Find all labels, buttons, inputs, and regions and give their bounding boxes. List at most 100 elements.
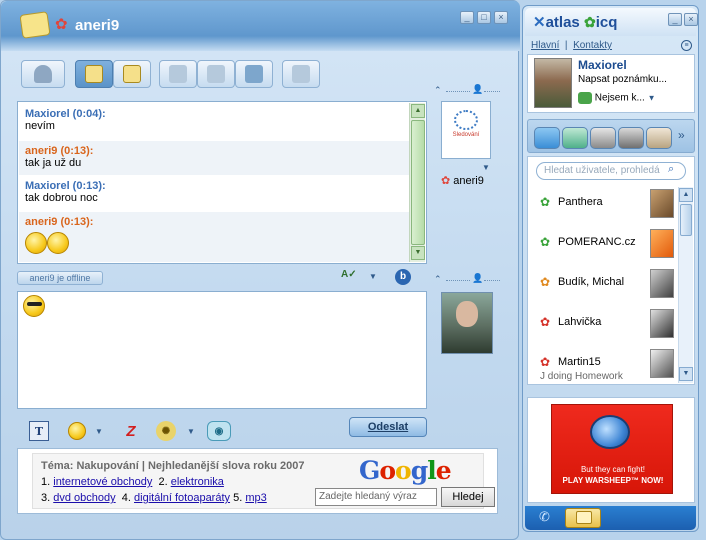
search-icon[interactable]: ⌕ [668, 163, 674, 176]
scroll-down-arrow-icon[interactable]: ▼ [411, 246, 425, 260]
profile-photo[interactable] [534, 58, 572, 108]
fax-button[interactable] [235, 60, 273, 88]
send-button[interactable]: Odeslat [349, 417, 427, 437]
menu-circle-icon[interactable]: ≡ [681, 40, 692, 51]
busy-flower-icon: ✿ [540, 315, 551, 329]
profile-name: Maxiorel [578, 58, 627, 72]
contacts-panel: Hledat uživatele, prohledá ⌕ ✿ Panthera … [527, 156, 695, 385]
games-button[interactable]: ◉ [207, 421, 231, 441]
collapse-arrow-icon[interactable]: ⌃ [434, 274, 442, 285]
emoticon-button[interactable] [67, 421, 87, 441]
online-flower-icon: ✿ [540, 195, 551, 209]
nav-contacts-link[interactable]: Kontakty [573, 40, 612, 51]
close-button[interactable]: × [684, 13, 698, 26]
message-history[interactable]: Maxiorel (0:04): nevím aneri9 (0:13): ta… [17, 101, 427, 264]
status-label: Nejsem k... [594, 92, 645, 104]
network-icon [454, 110, 478, 130]
spellcheck-menu-arrow-icon[interactable]: ▼ [369, 272, 377, 281]
contact-menu-arrow-icon[interactable]: ▼ [482, 163, 490, 172]
contact-item[interactable]: ✿ Panthera [528, 189, 678, 229]
pg-icon[interactable] [590, 127, 616, 149]
emoticon-menu-arrow-icon[interactable]: ▼ [95, 427, 103, 436]
contact-item[interactable]: ✿ POMERANC.cz [528, 229, 678, 269]
contact-panel-header: ⌃ 👤 [434, 84, 500, 97]
status-selector[interactable]: Nejsem k... ▼ [578, 92, 656, 104]
file-transfer-button[interactable] [282, 60, 320, 88]
tab-phone[interactable]: ✆ [529, 508, 565, 528]
scroll-up-arrow-icon[interactable]: ▲ [411, 104, 425, 118]
ad-link[interactable]: elektronika [171, 476, 224, 488]
spellcheck-icon[interactable]: A✓ [341, 269, 357, 280]
banner-line-2: PLAY WARSHEEP™ NOW! [562, 476, 664, 485]
brand-atlas: atlas [545, 14, 580, 31]
more-arrows-icon[interactable]: » [678, 128, 685, 142]
fax-icon [245, 65, 263, 83]
scroll-thumb[interactable] [411, 120, 425, 245]
contact-item[interactable]: ✿ Martin15 [528, 349, 678, 389]
film-icon[interactable] [618, 127, 644, 149]
bold-b-icon[interactable]: b [395, 269, 411, 285]
scroll-down-arrow-icon[interactable]: ▼ [679, 367, 693, 381]
nav-main-link[interactable]: Hlavní [531, 40, 559, 51]
smiley-icon [68, 422, 86, 440]
ad-link[interactable]: digitální fotoaparáty [134, 492, 230, 504]
voice-button[interactable] [197, 60, 235, 88]
minimize-button[interactable]: _ [460, 11, 474, 24]
chat-app-logo-icon [19, 11, 51, 39]
animation-button[interactable]: ✺ [156, 421, 176, 441]
tab-messages[interactable] [565, 508, 601, 528]
minimize-button[interactable]: _ [668, 13, 682, 26]
scroll-up-arrow-icon[interactable]: ▲ [679, 188, 693, 202]
contact-avatar[interactable]: Sledování [441, 101, 491, 159]
google-search-button[interactable]: Hledej [441, 487, 495, 507]
my-panel-header: ⌃ 👤 [434, 273, 500, 286]
buzz-button[interactable]: Z [121, 421, 141, 441]
contact-item[interactable]: ✿ Lahvička [528, 309, 678, 349]
contact-label: Panthera [558, 196, 603, 208]
google-search-input[interactable]: Zadejte hledaný výraz [315, 488, 437, 506]
close-button[interactable]: × [494, 11, 508, 24]
status-nr-icon [578, 92, 592, 104]
avatar-face [456, 301, 478, 327]
file-icon [292, 65, 310, 83]
games-icon[interactable] [562, 127, 588, 149]
contact-list-scrollbar[interactable]: ▲ ▼ [678, 187, 693, 383]
calendar-icon[interactable] [646, 127, 672, 149]
message-input[interactable] [17, 291, 427, 409]
person-icon: 👤 [472, 84, 484, 94]
animation-menu-arrow-icon[interactable]: ▼ [187, 427, 195, 436]
apps-toolbar: » [527, 119, 695, 153]
ad-number: 2. [158, 476, 168, 488]
message-mode-button[interactable] [75, 60, 113, 88]
message-sender: Maxiorel (0:04): [25, 108, 106, 120]
contact-item[interactable]: ✿ Budík, Michal [528, 269, 678, 309]
contact-name: ✿ aneri9 [441, 174, 484, 187]
ad-link[interactable]: internetové obchody [53, 476, 152, 488]
collapse-arrow-icon[interactable]: ⌃ [434, 85, 442, 96]
maximize-button[interactable]: □ [477, 11, 491, 24]
phone-icon: ✆ [539, 509, 550, 524]
message-item: Maxiorel (0:13): tak dobrou noc [19, 178, 409, 212]
chat-window: ✿ aneri9 _ □ × Maxiorel (0:04): nevím an… [0, 0, 520, 540]
tv-icon[interactable] [534, 127, 560, 149]
contact-name-text: aneri9 [453, 175, 484, 187]
ad-link[interactable]: dvd obchody [53, 492, 115, 504]
brand-icq: icq [595, 14, 618, 31]
bee-icon: ✺ [161, 425, 171, 437]
profile-note[interactable]: Napsat poznámku... [578, 74, 667, 85]
call-button[interactable] [159, 60, 197, 88]
contact-search-input[interactable]: Hledat uživatele, prohledá [536, 162, 686, 180]
text-format-button[interactable]: T [29, 421, 49, 441]
contact-avatar [650, 349, 674, 378]
banner-box: But they can fight! PLAY WARSHEEP™ NOW! [527, 397, 695, 503]
ad-number: 5. [233, 492, 243, 504]
scroll-thumb[interactable] [680, 204, 692, 236]
message-scrollbar[interactable]: ▲ ▼ [409, 103, 425, 262]
google-logo-letter: o [395, 456, 412, 485]
warsheep-banner[interactable]: But they can fight! PLAY WARSHEEP™ NOW! [551, 404, 673, 494]
add-contact-button[interactable] [21, 60, 65, 88]
ad-link[interactable]: mp3 [245, 492, 266, 504]
sms-mode-button[interactable] [113, 60, 151, 88]
message-icon [85, 65, 103, 83]
ad-number: 1. [41, 476, 51, 488]
